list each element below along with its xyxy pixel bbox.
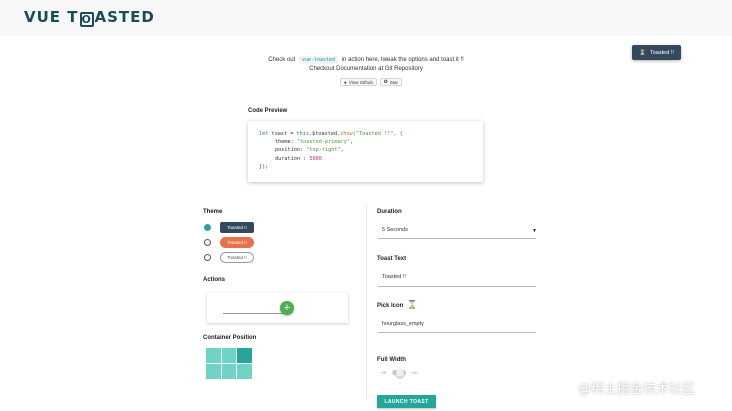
github-icon: ● [344, 79, 347, 85]
switch-on-label: On [412, 370, 418, 375]
duration-title: Duration [377, 209, 402, 215]
theme-outline-preview: Toasted !! [220, 252, 254, 263]
position-top-center[interactable] [221, 348, 237, 363]
github-buttons: ● View Github ✪ Star [340, 78, 402, 86]
switch-off-label: Off [381, 370, 387, 375]
toast-text: Toasted !! [650, 49, 674, 56]
star-button[interactable]: ✪ Star [379, 78, 402, 86]
pick-icon-underline [378, 332, 536, 333]
toast-text-title: Toast Text [377, 256, 407, 262]
toast-text-input[interactable]: Toasted !! [382, 274, 406, 280]
watermark: @稀土掘金技术社区 [578, 382, 696, 397]
radio-primary[interactable] [204, 224, 211, 231]
dropdown-caret-icon[interactable]: ▼ [532, 228, 537, 234]
hourglass-icon: ⌛ [639, 49, 646, 56]
position-bottom-right[interactable] [237, 364, 252, 379]
launch-toast-button[interactable]: LAUNCH TOAST [377, 395, 436, 408]
top-header: VUE T O ASTED [0, 0, 732, 36]
position-grid [206, 348, 252, 379]
view-github-button[interactable]: ● View Github [340, 78, 377, 86]
vue-toasted-logo[interactable]: VUE T O ASTED [24, 8, 155, 27]
position-bottom-center[interactable] [221, 364, 237, 379]
add-action-button[interactable]: + [280, 301, 294, 315]
hourglass-icon: ⌛ [407, 300, 417, 309]
star-icon: ✪ [383, 79, 388, 84]
documentation-link[interactable]: Checkout Documentation at Git Repository [0, 66, 732, 72]
column-divider [366, 205, 367, 400]
pick-icon-input[interactable]: hourglass_empty [382, 321, 424, 327]
position-top-right[interactable] [237, 348, 252, 363]
actions-card: + [207, 293, 348, 323]
code-preview-block: let toast = this.$toasted.show("Toasted … [248, 121, 483, 182]
radio-bubble[interactable] [204, 239, 211, 246]
intro-line-1: Check out vue-toasted in action here, tw… [268, 56, 464, 64]
theme-bubble-preview: Toasted !! [220, 237, 254, 248]
theme-option-primary[interactable]: Toasted !! [204, 222, 254, 233]
theme-primary-preview: Toasted !! [220, 222, 254, 233]
actions-title: Actions [203, 277, 226, 283]
full-width-switch[interactable] [392, 368, 407, 377]
code-preview-title: Code Preview [248, 108, 288, 114]
container-position-title: Container Position [203, 335, 257, 341]
theme-option-bubble[interactable]: Toasted !! [204, 237, 254, 248]
package-name-code: vue-toasted [298, 56, 339, 64]
pick-icon-title: Pick Icon [377, 303, 404, 309]
position-top-left[interactable] [206, 348, 221, 363]
radio-outline[interactable] [204, 254, 211, 261]
theme-title: Theme [203, 209, 223, 215]
duration-select-value[interactable]: 5 Seconds [382, 227, 408, 233]
full-width-switch-row: Off On [381, 368, 418, 377]
toast-text-underline [378, 286, 536, 287]
full-width-title: Full Width [377, 357, 406, 363]
position-bottom-left[interactable] [206, 364, 221, 379]
action-input-line[interactable] [223, 313, 285, 314]
theme-option-outline[interactable]: Toasted !! [204, 252, 254, 263]
duration-select-underline [378, 238, 536, 239]
